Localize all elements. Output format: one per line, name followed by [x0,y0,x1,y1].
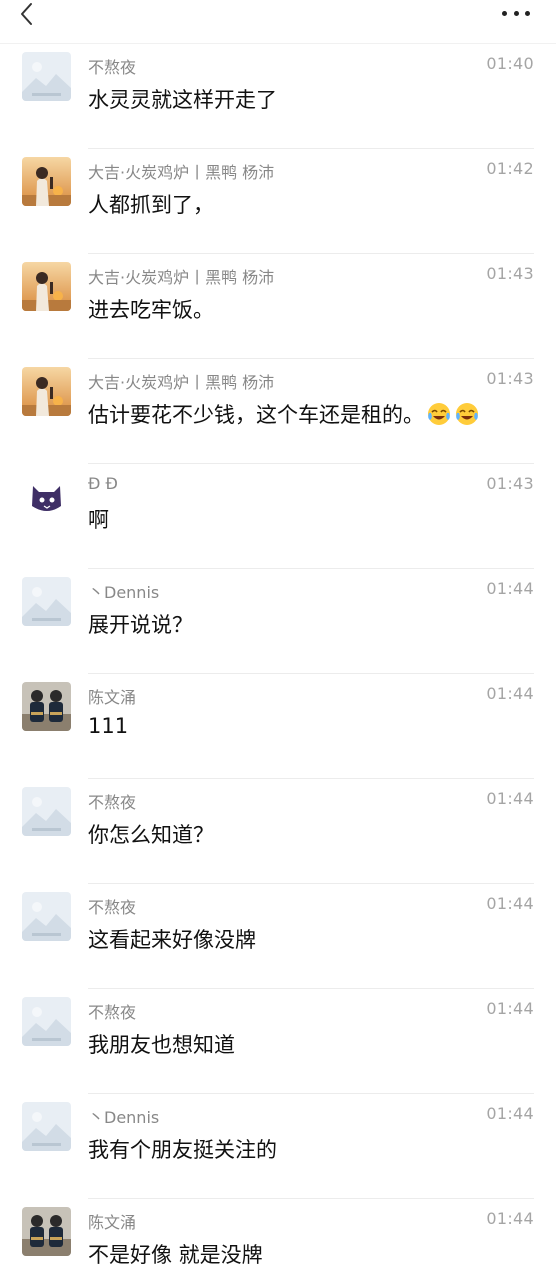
message-time: 01:42 [486,159,534,178]
message-time: 01:44 [486,999,534,1018]
sender-name: 丶Dennis [88,583,160,602]
avatar[interactable] [22,577,71,626]
chat-message-row[interactable]: 大吉·火炭鸡炉丨黑鸭 杨沛 01:43 估计要花不少钱，这个车还是租的。 [0,359,556,464]
avatar[interactable] [22,787,71,836]
message-time: 01:43 [486,474,534,493]
chat-message-row[interactable]: 不熬夜 01:44 这看起来好像没牌 [0,884,556,989]
chat-message-row[interactable]: 不熬夜 01:44 我朋友也想知道 [0,989,556,1094]
message-text: 估计要花不少钱，这个车还是租的。 [88,399,480,429]
avatar[interactable] [22,1102,71,1151]
avatar[interactable] [22,157,71,206]
avatar[interactable] [22,472,71,521]
more-dots-icon[interactable] [502,8,530,18]
laughing-crying-emoji-icon [454,401,480,427]
chat-message-row[interactable]: Đ Đ 01:43 啊 [0,464,556,569]
sender-name: 大吉·火炭鸡炉丨黑鸭 杨沛 [88,268,275,287]
sender-name: 不熬夜 [88,898,137,917]
message-text: 不是好像 就是没牌 [88,1243,263,1267]
avatar[interactable] [22,367,71,416]
chat-message-row[interactable]: 丶Dennis 01:44 展开说说？ [0,569,556,674]
message-time: 01:44 [486,894,534,913]
sender-name: 不熬夜 [88,58,137,77]
avatar[interactable] [22,1207,71,1256]
message-time: 01:44 [486,789,534,808]
message-text: 我有个朋友挺关注的 [88,1138,277,1162]
avatar[interactable] [22,997,71,1046]
chat-message-row[interactable]: 陈文涌 01:44 111 [0,674,556,779]
message-text: 111 [88,714,129,738]
message-text: 我朋友也想知道 [88,1033,235,1057]
message-text: 这看起来好像没牌 [88,928,256,952]
chat-message-row[interactable]: 不熬夜 01:44 你怎么知道？ [0,779,556,884]
message-text: 水灵灵就这样开走了 [88,88,277,112]
sender-name: 不熬夜 [88,793,137,812]
chevron-left-icon[interactable] [16,2,40,26]
sender-name: 大吉·火炭鸡炉丨黑鸭 杨沛 [88,163,275,182]
avatar[interactable] [22,262,71,311]
sender-name: 陈文涌 [88,1213,137,1232]
chat-message-row[interactable]: 丶Dennis 01:44 我有个朋友挺关注的 [0,1094,556,1199]
message-time: 01:44 [486,1104,534,1123]
message-time: 01:43 [486,369,534,388]
message-text: 展开说说？ [88,613,193,637]
sender-name: Đ Đ [88,474,118,493]
chat-message-row[interactable]: 不熬夜 01:40 水灵灵就这样开走了 [0,44,556,149]
sender-name: 大吉·火炭鸡炉丨黑鸭 杨沛 [88,373,275,392]
avatar[interactable] [22,52,71,101]
message-text: 进去吃牢饭。 [88,298,214,322]
laughing-crying-emoji-icon [426,401,452,427]
message-time: 01:44 [486,579,534,598]
sender-name: 陈文涌 [88,688,137,707]
sender-name: 丶Dennis [88,1108,160,1127]
message-text: 啊 [88,508,109,532]
message-time: 01:44 [486,684,534,703]
message-text: 人都抓到了， [88,193,214,217]
message-list: 不熬夜 01:40 水灵灵就这样开走了大吉·火炭鸡炉丨黑鸭 杨沛 01:42 人都抓到了… [0,44,556,1280]
avatar[interactable] [22,682,71,731]
top-bar [0,0,556,44]
chat-message-row[interactable]: 陈文涌 01:44 不是好像 就是没牌 [0,1199,556,1280]
message-text: 你怎么知道？ [88,823,214,847]
message-time: 01:40 [486,54,534,73]
message-time: 01:44 [486,1209,534,1228]
avatar[interactable] [22,892,71,941]
chat-message-row[interactable]: 大吉·火炭鸡炉丨黑鸭 杨沛 01:43 进去吃牢饭。 [0,254,556,359]
chat-message-row[interactable]: 大吉·火炭鸡炉丨黑鸭 杨沛 01:42 人都抓到了， [0,149,556,254]
sender-name: 不熬夜 [88,1003,137,1022]
message-time: 01:43 [486,264,534,283]
